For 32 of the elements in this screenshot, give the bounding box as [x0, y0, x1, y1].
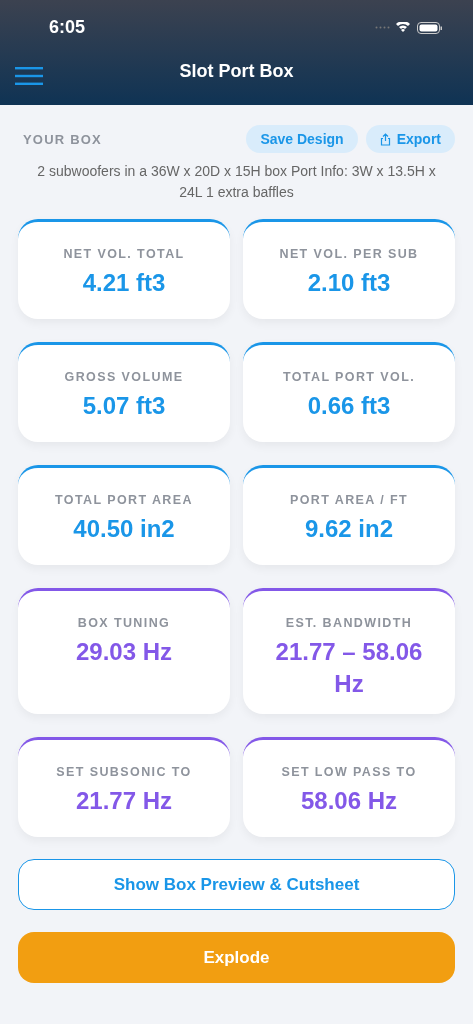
stat-label: EST. BANDWIDTH	[285, 616, 413, 630]
stat-value: 2.10 ft3	[307, 268, 391, 298]
export-button[interactable]: Export	[365, 125, 455, 153]
stat-value: 29.03 Hz	[75, 637, 173, 667]
screen-title: Slot Port Box	[179, 60, 294, 82]
share-icon	[379, 132, 391, 146]
status-time: 6:05	[49, 17, 86, 38]
battery-icon	[417, 21, 443, 34]
stat-value: 21.77 Hz	[75, 786, 173, 816]
stat-label: GROSS VOLUME	[64, 370, 184, 384]
stat-label: PORT AREA / FT	[290, 493, 408, 507]
section-label: YOUR BOX	[23, 131, 102, 147]
menu-icon[interactable]	[15, 67, 43, 85]
stat-label: TOTAL PORT AREA	[55, 493, 193, 507]
stat-label: NET VOL. PER SUB	[279, 247, 419, 261]
box-description: 2 subwoofers in a 36W x 20D x 15H box Port Info: 3W x 13.5H x 24L 1 extra baffles	[36, 162, 437, 202]
stat-label: TOTAL PORT VOL.	[282, 370, 416, 384]
stat-label: BOX TUNING	[77, 616, 171, 630]
wifi-icon	[396, 22, 411, 33]
stat-value: 58.06 Hz	[300, 786, 398, 816]
stat-label: NET VOL. TOTAL	[63, 247, 185, 261]
explode-button[interactable]: Explode	[18, 932, 455, 983]
save-button[interactable]: Save Design	[246, 125, 358, 153]
stat-label: SET LOW PASS TO	[281, 765, 417, 779]
stat-value: 0.66 ft3	[307, 391, 391, 421]
stat-value: 9.62 in2	[304, 514, 394, 544]
stat-value: 5.07 ft3	[82, 391, 166, 421]
stat-value: 40.50 in2	[73, 514, 175, 544]
stat-label: SET SUBSONIC TO	[56, 765, 192, 779]
stat-value: 21.77 – 58.06 Hz	[274, 637, 424, 699]
preview-button[interactable]: Show Box Preview & Cutsheet	[18, 859, 455, 910]
stat-value: 4.21 ft3	[82, 268, 166, 298]
